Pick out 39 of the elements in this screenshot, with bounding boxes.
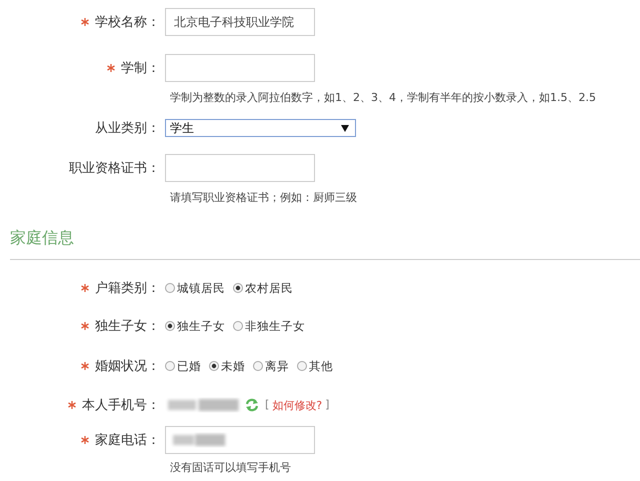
field-label: 本人手机号： xyxy=(82,397,160,414)
option-label: 其他 xyxy=(309,358,333,374)
field-label: 学校名称： xyxy=(95,14,160,31)
field-label: 户籍类别： xyxy=(95,280,160,297)
radio-button[interactable] xyxy=(233,321,243,331)
option-label: 农村居民 xyxy=(245,280,293,296)
radio-button[interactable] xyxy=(253,361,263,371)
option-label: 非独生子女 xyxy=(245,318,305,334)
text-field[interactable] xyxy=(165,154,315,182)
radio-button[interactable] xyxy=(209,361,219,371)
section-title: 家庭信息 xyxy=(10,228,75,248)
radio-button[interactable] xyxy=(165,283,175,293)
field-label: 婚姻状况： xyxy=(95,358,160,375)
option-label: 已婚 xyxy=(177,358,201,374)
hint-text: 学制为整数的录入阿拉伯数字，如1、2、3、4，学制有半年的按小数录入，如1.5、2.5 xyxy=(170,90,597,106)
text-field[interactable]: 北京电子科技职业学院 xyxy=(165,8,315,36)
bracket: [ xyxy=(265,398,270,412)
refresh-icon xyxy=(245,398,259,412)
caret-icon xyxy=(341,124,349,132)
field-label: 独生子女： xyxy=(95,318,160,335)
radio-button[interactable] xyxy=(297,361,307,371)
field-label: 职业资格证书： xyxy=(69,160,160,177)
radio-button[interactable] xyxy=(165,321,175,331)
bracket: ] xyxy=(325,398,330,412)
option-label: 未婚 xyxy=(221,358,245,374)
field-label: 学制： xyxy=(121,60,160,77)
text-field[interactable] xyxy=(165,426,315,454)
link[interactable]: 如何修改? xyxy=(272,398,322,412)
field-label: 从业类别： xyxy=(95,120,160,137)
option-label: 独生子女 xyxy=(177,318,225,334)
radio-button[interactable] xyxy=(165,361,175,371)
option-label: 城镇居民 xyxy=(177,280,225,296)
dropdown[interactable]: 学生 xyxy=(165,119,356,137)
field-label: 家庭电话： xyxy=(95,432,160,449)
hint-text: 没有固话可以填写手机号 xyxy=(170,460,292,476)
option-label: 离异 xyxy=(265,358,289,374)
text-field[interactable] xyxy=(165,54,315,82)
radio-button[interactable] xyxy=(233,283,243,293)
hint-text: 请填写职业资格证书；例如：厨师三级 xyxy=(170,190,358,206)
